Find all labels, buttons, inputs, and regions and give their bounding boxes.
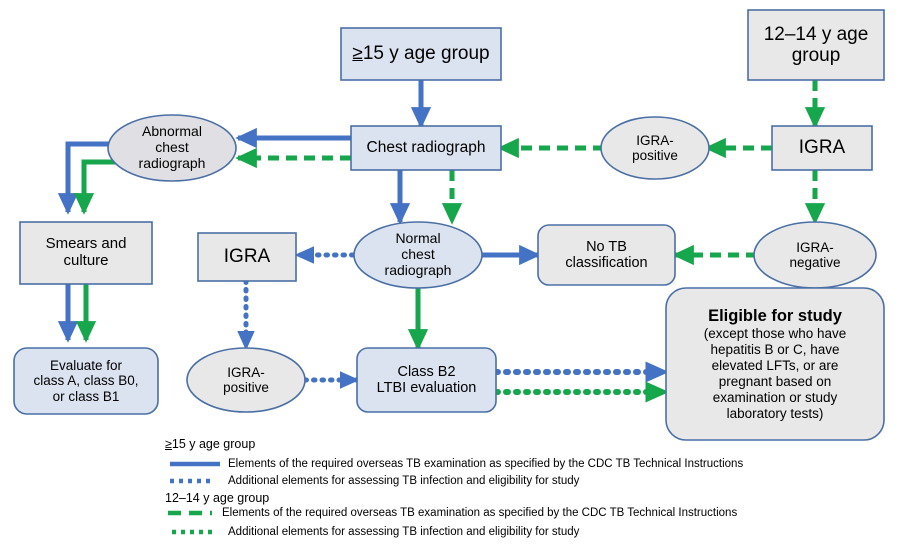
ge-sign-legend: ≥ xyxy=(165,437,172,451)
node-evaluate-classes[interactable] xyxy=(13,347,159,415)
node-age-15-group[interactable] xyxy=(340,27,502,81)
node-smears-and-culture[interactable] xyxy=(19,221,153,285)
node-igra-top[interactable] xyxy=(771,125,873,171)
node-age-12-14-group[interactable] xyxy=(747,9,885,81)
node-igra-positive-mid[interactable] xyxy=(186,347,306,413)
node-no-tb-classification[interactable] xyxy=(537,224,676,286)
node-chest-radiograph[interactable] xyxy=(350,125,502,171)
node-igra-negative[interactable] xyxy=(753,221,877,289)
node-igra-positive-top[interactable] xyxy=(600,116,710,180)
nodes xyxy=(13,9,885,441)
node-class-b2[interactable] xyxy=(356,347,497,413)
node-eligible-for-study[interactable] xyxy=(665,287,885,441)
legend-entry-dotted-blue: Additional elements for assessing TB inf… xyxy=(228,475,580,487)
legend-entry-dotted-green: Additional elements for assessing TB inf… xyxy=(228,526,580,538)
node-igra-mid[interactable] xyxy=(197,232,297,282)
node-normal-chest-radiograph[interactable] xyxy=(353,221,483,289)
legend-entry-solid-blue: Elements of the required overseas TB exa… xyxy=(228,458,744,470)
node-abnormal-chest-radiograph[interactable] xyxy=(107,114,237,182)
legend-heading-15-group: ≥15 y age group xyxy=(165,438,255,451)
legend-entry-dashed-green: Elements of the required overseas TB exa… xyxy=(222,507,738,519)
legend-heading-12-14-group: 12–14 y age group xyxy=(165,491,270,505)
legend-heading-15-text: 15 y age group xyxy=(171,437,256,451)
edge-abnormal-to-smears-green xyxy=(73,159,120,215)
